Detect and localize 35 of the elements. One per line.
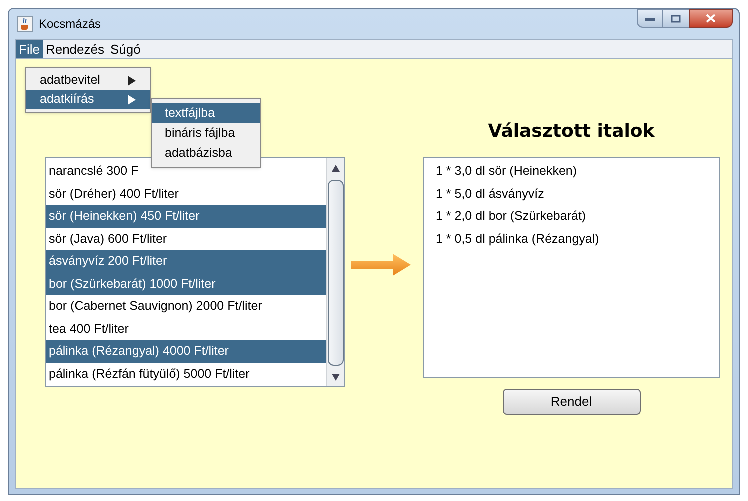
- menu-item[interactable]: File: [16, 40, 43, 58]
- menu-entry[interactable]: bináris fájlba: [152, 123, 260, 143]
- minimize-button[interactable]: [637, 9, 663, 28]
- chosen-drink-item: 1 * 3,0 dl sör (Heinekken): [436, 163, 578, 180]
- menu-entry[interactable]: adatbevitel: [26, 71, 150, 90]
- close-icon: [706, 14, 716, 23]
- drink-list-item[interactable]: narancslé 300 F: [46, 160, 326, 182]
- maximize-icon: [671, 14, 681, 22]
- minimize-icon: [645, 16, 655, 20]
- drink-list-item[interactable]: pálinka (Rézfán fütyülő) 5000 Ft/liter: [46, 362, 326, 385]
- scrollbar-thumb[interactable]: [328, 180, 344, 366]
- drink-list-item[interactable]: ásványvíz 200 Ft/liter: [46, 250, 326, 272]
- menu-entry[interactable]: adatbázisba: [152, 143, 260, 163]
- scrollbar[interactable]: [326, 158, 344, 386]
- menu-item[interactable]: Rendezés: [42, 40, 108, 58]
- drink-list-item[interactable]: tea 400 Ft/liter: [46, 318, 326, 340]
- drink-list-item[interactable]: sör (Dréher) 400 Ft/liter: [46, 182, 326, 205]
- menu-entry[interactable]: textfájlba: [152, 103, 260, 123]
- java-cup-icon: [17, 16, 33, 32]
- chosen-drink-item: 1 * 5,0 dl ásványvíz: [436, 186, 546, 203]
- drink-list-item[interactable]: sör (Java) 600 Ft/liter: [46, 228, 326, 250]
- menu-item[interactable]: Súgó: [108, 40, 144, 58]
- drink-list-item[interactable]: bor (Cabernet Sauvignon) 2000 Ft/liter: [46, 295, 326, 318]
- chosen-drink-item: 1 * 2,0 dl bor (Szürkebarát): [436, 208, 588, 225]
- drink-list-item[interactable]: pálinka (Rézangyal) 4000 Ft/liter: [46, 340, 326, 362]
- window-title: Kocsmázás: [39, 16, 102, 33]
- maximize-button[interactable]: [663, 9, 689, 28]
- order-button[interactable]: Rendel: [502, 389, 640, 415]
- section-heading: Választott italok: [488, 120, 655, 144]
- drink-list-item[interactable]: bor (Szürkebarát) 1000 Ft/liter: [46, 272, 326, 295]
- menu-entry[interactable]: adatkiírás: [26, 90, 150, 109]
- drink-list-item[interactable]: sör (Heinekken) 450 Ft/liter: [46, 205, 326, 228]
- arrow-icon: [351, 254, 411, 276]
- close-button[interactable]: [689, 9, 733, 28]
- chosen-drink-item: 1 * 0,5 dl pálinka (Rézangyal): [436, 230, 600, 248]
